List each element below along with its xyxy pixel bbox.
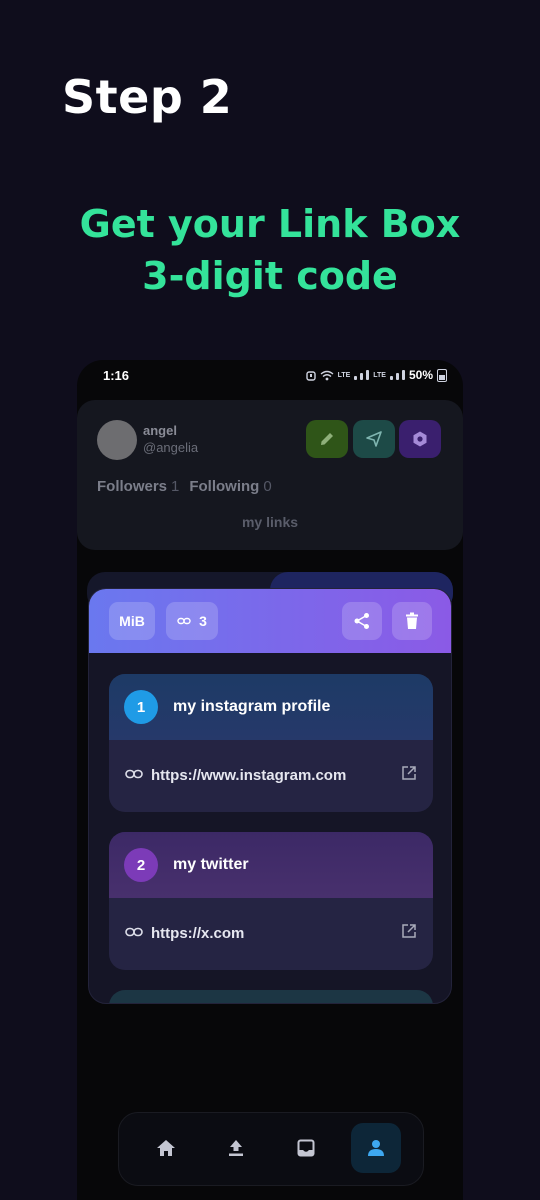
home-icon bbox=[157, 1140, 175, 1156]
signal-icon-2 bbox=[389, 370, 405, 380]
nav-upload[interactable] bbox=[211, 1123, 261, 1173]
link-card-header: 1 my instagram profile bbox=[109, 674, 433, 740]
alarm-icon bbox=[305, 370, 316, 381]
link-url[interactable]: https://x.com bbox=[151, 925, 244, 942]
link-count: 3 bbox=[199, 613, 207, 629]
nav-profile[interactable] bbox=[351, 1123, 401, 1173]
followers-stat[interactable]: Followers 1 bbox=[97, 478, 179, 495]
status-icons: LTE LTE 50% bbox=[305, 368, 447, 382]
settings-hex-icon bbox=[413, 431, 427, 447]
following-stat[interactable]: Following 0 bbox=[189, 478, 271, 495]
step-title: Step 2 bbox=[62, 70, 233, 124]
wifi-icon bbox=[320, 370, 334, 380]
send-button[interactable] bbox=[353, 420, 395, 458]
link-url[interactable]: https://www.instagram.com bbox=[151, 767, 346, 784]
link-card[interactable]: 1 my instagram profile https://www.insta… bbox=[109, 674, 433, 812]
trash-icon bbox=[406, 612, 418, 629]
link-count-chip[interactable]: 3 bbox=[166, 602, 218, 640]
pencil-icon bbox=[321, 433, 333, 445]
avatar[interactable] bbox=[97, 420, 137, 460]
upload-icon bbox=[229, 1140, 243, 1156]
inbox-icon bbox=[297, 1139, 315, 1157]
status-time: 1:16 bbox=[103, 368, 130, 383]
share-button[interactable] bbox=[342, 602, 382, 640]
battery-icon bbox=[437, 368, 447, 382]
link-box-modal: MiB 3 1 my instagram profile https://www… bbox=[88, 588, 452, 1004]
send-icon bbox=[366, 431, 382, 447]
my-links-label: my links bbox=[241, 514, 299, 530]
subtitle-line-1: Get your Link Box bbox=[79, 202, 461, 246]
link-icon bbox=[125, 927, 143, 937]
signal-icon bbox=[354, 370, 370, 380]
bottom-navigation bbox=[118, 1112, 424, 1186]
link-card-partial[interactable] bbox=[109, 990, 433, 1003]
battery-percent: 50% bbox=[408, 368, 433, 382]
link-title: my instagram profile bbox=[173, 698, 331, 715]
share-icon bbox=[354, 613, 369, 629]
network-type: LTE bbox=[337, 371, 351, 379]
link-number-badge: 2 bbox=[124, 848, 158, 882]
status-bar: 1:16 LTE LTE 50% bbox=[77, 360, 463, 392]
link-card-header: 2 my twitter bbox=[109, 832, 433, 898]
link-title: my twitter bbox=[173, 856, 249, 873]
nav-inbox[interactable] bbox=[281, 1123, 331, 1173]
step-subtitle: Get your Link Box 3-digit code bbox=[0, 198, 540, 302]
nav-home[interactable] bbox=[141, 1123, 191, 1173]
link-url-row[interactable]: https://www.instagram.com bbox=[109, 740, 433, 812]
link-url-row[interactable]: https://x.com bbox=[109, 898, 433, 970]
following-count: 0 bbox=[263, 478, 272, 495]
external-link-icon[interactable] bbox=[401, 923, 417, 939]
phone-screen: 1:16 LTE LTE 50% angel @angelia Follower… bbox=[77, 360, 463, 1200]
following-label: Following bbox=[189, 478, 260, 495]
link-number-badge: 1 bbox=[124, 690, 158, 724]
link-card[interactable]: 2 my twitter https://x.com bbox=[109, 832, 433, 970]
link-icon bbox=[125, 769, 143, 779]
external-link-icon[interactable] bbox=[401, 765, 417, 781]
follow-stats: Followers 1 Following 0 bbox=[97, 478, 272, 495]
network-type-2: LTE bbox=[373, 371, 386, 379]
profile-card: angel @angelia Followers 1 Following 0 my … bbox=[77, 400, 463, 550]
profile-icon bbox=[368, 1140, 384, 1156]
edit-profile-button[interactable] bbox=[306, 420, 348, 458]
followers-label: Followers bbox=[97, 478, 168, 495]
profile-handle: @angelia bbox=[143, 440, 199, 455]
link-box-code-chip[interactable]: MiB bbox=[109, 602, 155, 640]
modal-header: MiB 3 bbox=[89, 589, 451, 653]
delete-button[interactable] bbox=[392, 602, 432, 640]
settings-button[interactable] bbox=[399, 420, 441, 458]
followers-count: 1 bbox=[171, 478, 180, 495]
link-icon bbox=[177, 617, 191, 625]
subtitle-line-2: 3-digit code bbox=[142, 254, 398, 298]
profile-name: angel bbox=[143, 423, 177, 438]
